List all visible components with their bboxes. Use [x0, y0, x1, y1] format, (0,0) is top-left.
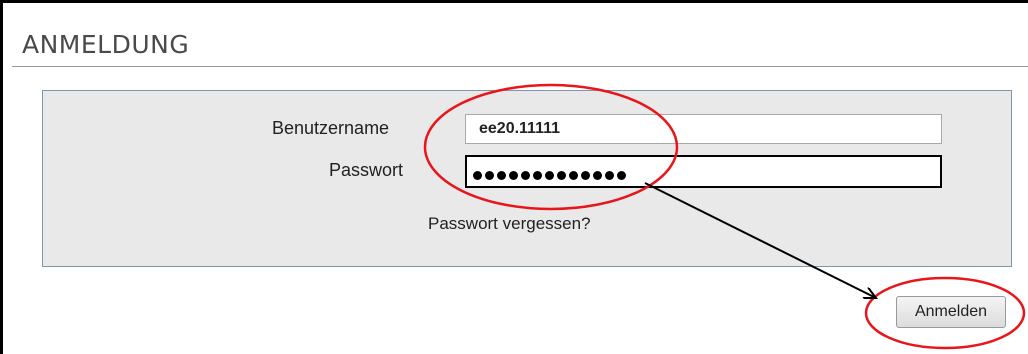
- password-mask-dot: [509, 171, 518, 180]
- password-mask-dot: [545, 171, 554, 180]
- password-mask-dot: [557, 171, 566, 180]
- title-divider: [12, 66, 1028, 67]
- password-mask-dot: [497, 171, 506, 180]
- password-mask-dot: [533, 171, 542, 180]
- password-label: Passwort: [329, 160, 404, 180]
- password-mask-dot: [605, 171, 614, 180]
- password-mask-dot: [473, 171, 482, 180]
- password-mask-dot: [617, 171, 626, 180]
- password-mask-dot: [485, 171, 494, 180]
- page-title: ANMELDUNG: [22, 30, 190, 59]
- password-mask-dot: [569, 171, 578, 180]
- username-input[interactable]: ee20.11111: [465, 114, 942, 144]
- forgot-password-link[interactable]: Passwort vergessen?: [428, 214, 591, 234]
- password-mask-dot: [593, 171, 602, 180]
- password-mask-dot: [581, 171, 590, 180]
- password-mask-dot: [521, 171, 530, 180]
- password-input[interactable]: [465, 155, 942, 188]
- password-mask: [473, 167, 629, 185]
- username-label: Benutzername: [272, 118, 390, 138]
- login-button[interactable]: Anmelden: [896, 296, 1006, 328]
